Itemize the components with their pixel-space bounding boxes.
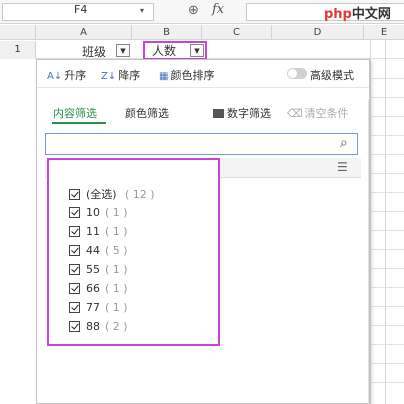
color-sort-button[interactable]: ▦ 颜色排序: [159, 67, 214, 83]
name-box-value: F4: [74, 3, 88, 16]
number-filter-button[interactable]: 数字筛选: [213, 105, 271, 121]
grid-line: [370, 154, 404, 155]
formula-bar: F4 ▾ ⊕ fx php中文网: [0, 0, 404, 24]
tab-content-filter[interactable]: 内容筛选: [53, 105, 97, 121]
grid-line: [370, 268, 404, 269]
grid-line: [370, 173, 404, 174]
grid-line: [385, 40, 386, 404]
column-header-b[interactable]: B: [132, 25, 202, 40]
chevron-down-icon[interactable]: ▾: [140, 6, 144, 15]
grid-line: [370, 363, 404, 364]
grid-line: [370, 211, 404, 212]
grid-line: [370, 382, 404, 383]
advanced-mode-label: 高级模式: [310, 69, 354, 82]
grid-line: [370, 40, 371, 404]
sort-toolbar: A↓ 升序 Z↓ 降序 ▦ 颜色排序 高级模式: [37, 60, 369, 88]
column-header-row: A B C D E: [0, 25, 404, 40]
sort-descending-icon: Z↓: [101, 71, 117, 82]
checkbox-checked[interactable]: [69, 189, 80, 200]
sort-ascending-icon: A↓: [47, 71, 63, 82]
search-icon[interactable]: ⌕: [340, 135, 348, 151]
number-filter-icon: [213, 109, 224, 118]
clear-icon: ⌫: [287, 107, 303, 120]
checkbox-checked[interactable]: [69, 264, 80, 275]
grid-line: [370, 135, 404, 136]
active-tab-indicator: [52, 122, 106, 124]
checkbox-checked[interactable]: [69, 226, 80, 237]
grid-line: [370, 325, 404, 326]
filter-dropdown-b1[interactable]: ▼: [190, 44, 204, 57]
color-sort-icon: ▦: [159, 71, 169, 82]
checkbox-checked[interactable]: [69, 207, 80, 218]
chevron-down-icon: ▼: [120, 47, 126, 55]
sort-ascending-button[interactable]: A↓ 升序: [47, 67, 86, 83]
clear-conditions-button[interactable]: ⌫ 清空条件: [287, 105, 349, 121]
tab-color-filter[interactable]: 颜色筛选: [125, 105, 169, 121]
checkbox-checked[interactable]: [69, 321, 80, 332]
grid-line: [370, 116, 404, 117]
cell-b1[interactable]: 人数: [152, 42, 176, 59]
grid-line: [370, 78, 404, 79]
filter-panel: A↓ 升序 Z↓ 降序 ▦ 颜色排序 高级模式 内容筛选 颜色筛选 数字筛选 ⌫ 清空条…: [36, 59, 370, 404]
column-header-d[interactable]: D: [272, 25, 364, 40]
scrollbar-track[interactable]: [368, 100, 369, 404]
grid-line: [370, 287, 404, 288]
row-1: 1 班级 ▼ 人数 ▼: [0, 41, 404, 60]
column-header-c[interactable]: C: [202, 25, 272, 40]
watermark-logo: php中文网: [324, 7, 391, 22]
column-header-a[interactable]: A: [36, 25, 132, 40]
fx-icon[interactable]: fx: [212, 2, 224, 17]
list-menu-icon[interactable]: ☰: [337, 160, 348, 174]
zoom-icon[interactable]: ⊕: [188, 3, 199, 18]
checkbox-checked[interactable]: [69, 283, 80, 294]
column-header-e[interactable]: E: [364, 25, 404, 40]
checkbox-checked[interactable]: [69, 302, 80, 313]
sort-descending-button[interactable]: Z↓ 降序: [101, 67, 140, 83]
highlight-box-list: (全选)( 12 ) 10( 1 ) 11( 1 ) 44( 5 ) 55( 1…: [47, 158, 220, 346]
toggle-knob: [288, 69, 297, 78]
search-input[interactable]: ⌕: [45, 133, 358, 155]
grid-line: [370, 306, 404, 307]
row-header-1[interactable]: 1: [0, 41, 36, 59]
chevron-down-icon: ▼: [194, 47, 200, 55]
grid-line: [370, 344, 404, 345]
checkbox-checked[interactable]: [69, 245, 80, 256]
grid-line: [370, 97, 404, 98]
corner-cell[interactable]: [0, 25, 36, 40]
grid-line: [370, 230, 404, 231]
grid-line: [370, 192, 404, 193]
filter-dropdown-a1[interactable]: ▼: [116, 44, 130, 57]
grid-line: [370, 249, 404, 250]
advanced-mode-toggle[interactable]: [287, 68, 307, 79]
cell-a1[interactable]: 班级: [82, 43, 106, 60]
